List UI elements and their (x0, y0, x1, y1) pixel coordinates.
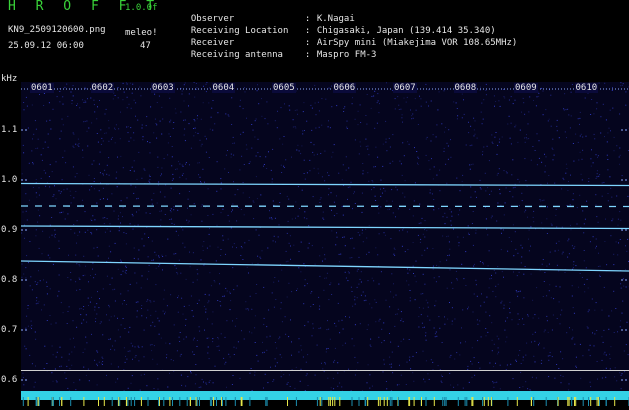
signal-trace (21, 184, 629, 186)
y-tick-label: 0.6 (1, 375, 17, 385)
signal-trace (21, 226, 629, 229)
x-tick-label: 0608 (454, 83, 478, 93)
x-tick-label: 0603 (151, 83, 175, 93)
x-tick-label: 0605 (272, 83, 296, 93)
info-row-antenna: Receiving antenna:Maspro FM-3 (180, 39, 376, 61)
y-tick-label: 0.7 (1, 325, 17, 335)
y-axis-unit: kHz (1, 74, 17, 84)
version-label: 1.0.0f (125, 3, 158, 14)
meleo-value: 47 (140, 41, 151, 52)
info-key: Receiving antenna (191, 50, 305, 61)
noise-layer (21, 82, 629, 391)
meleo-label: meleo! (125, 28, 158, 39)
time-marker-bar (21, 391, 629, 400)
x-tick-label: 0604 (212, 83, 236, 93)
x-tick-label: 0607 (393, 83, 417, 93)
spectrogram-plot (21, 82, 629, 391)
y-tick-label: 0.8 (1, 275, 17, 285)
x-tick-label: 0610 (575, 83, 599, 93)
x-tick-label: 0602 (91, 83, 115, 93)
filename-label: KN9_2509120600.png (8, 25, 106, 36)
signal-trace (21, 261, 629, 271)
time-marker-svg (21, 397, 629, 406)
timestamp-label: 25.09.12 06:00 (8, 41, 84, 52)
x-tick-label: 0601 (30, 83, 54, 93)
y-tick-label: 0.9 (1, 225, 17, 235)
spectrogram-svg (21, 82, 629, 391)
x-tick-label: 0606 (333, 83, 357, 93)
x-tick-label: 0609 (514, 83, 538, 93)
signal-trace (21, 206, 629, 207)
y-tick-label: 1.0 (1, 175, 17, 185)
info-value: Maspro FM-3 (317, 50, 377, 60)
y-tick-label: 1.1 (1, 125, 17, 135)
